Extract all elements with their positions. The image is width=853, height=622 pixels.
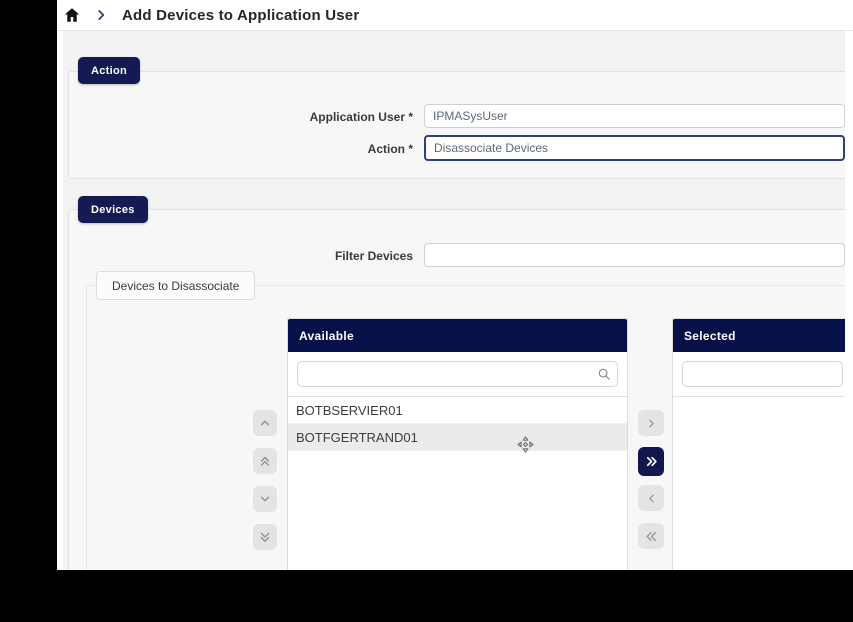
move-top-button[interactable] bbox=[253, 448, 277, 474]
devices-to-disassociate-legend: Devices to Disassociate bbox=[96, 271, 255, 300]
chevron-left-icon bbox=[645, 492, 658, 505]
right-edge-strip bbox=[845, 0, 853, 570]
move-all-right-button[interactable] bbox=[638, 447, 664, 476]
double-chevron-up-icon bbox=[258, 454, 272, 468]
available-device-list: BOTBSERVIER01 BOTFGERTRAND01 bbox=[288, 396, 627, 451]
application-user-label: Application User * bbox=[157, 110, 413, 124]
available-panel: Available BOTBSERVIER01 BOTFGERTRAND01 bbox=[287, 318, 628, 570]
app-window: Add Devices to Application User Action A… bbox=[57, 0, 853, 570]
breadcrumb: Add Devices to Application User bbox=[57, 0, 853, 31]
move-up-button[interactable] bbox=[253, 410, 277, 436]
move-left-button[interactable] bbox=[638, 485, 664, 511]
move-icon bbox=[516, 435, 535, 454]
selected-panel-header: Selected bbox=[673, 319, 852, 352]
list-item[interactable]: BOTFGERTRAND01 bbox=[288, 424, 627, 451]
double-chevron-right-icon bbox=[644, 454, 659, 469]
home-icon[interactable] bbox=[62, 5, 82, 25]
double-chevron-left-icon bbox=[644, 529, 659, 544]
action-field[interactable] bbox=[424, 135, 845, 161]
move-right-button[interactable] bbox=[638, 410, 664, 436]
chevron-right-icon bbox=[94, 8, 108, 22]
filter-devices-field[interactable] bbox=[424, 243, 845, 267]
selected-device-list bbox=[673, 396, 852, 397]
filter-devices-label: Filter Devices bbox=[157, 249, 413, 263]
chevron-right-icon bbox=[645, 417, 658, 430]
action-section-badge: Action bbox=[78, 57, 140, 84]
selected-panel: Selected bbox=[672, 318, 853, 570]
move-all-left-button[interactable] bbox=[638, 523, 664, 549]
action-label: Action * bbox=[157, 142, 413, 156]
screen: Add Devices to Application User Action A… bbox=[0, 0, 853, 622]
application-user-field[interactable] bbox=[424, 104, 845, 128]
chevron-down-icon bbox=[258, 492, 272, 506]
devices-section-badge: Devices bbox=[78, 196, 148, 223]
selected-search-input[interactable] bbox=[682, 361, 843, 387]
move-bottom-button[interactable] bbox=[253, 524, 277, 550]
available-panel-header: Available bbox=[288, 319, 627, 352]
chevron-up-icon bbox=[258, 416, 272, 430]
page-title: Add Devices to Application User bbox=[122, 7, 359, 24]
move-down-button[interactable] bbox=[253, 486, 277, 512]
available-search-input[interactable] bbox=[297, 361, 618, 387]
double-chevron-down-icon bbox=[258, 530, 272, 544]
list-item[interactable]: BOTBSERVIER01 bbox=[288, 397, 627, 424]
left-edge-strip bbox=[57, 0, 63, 570]
